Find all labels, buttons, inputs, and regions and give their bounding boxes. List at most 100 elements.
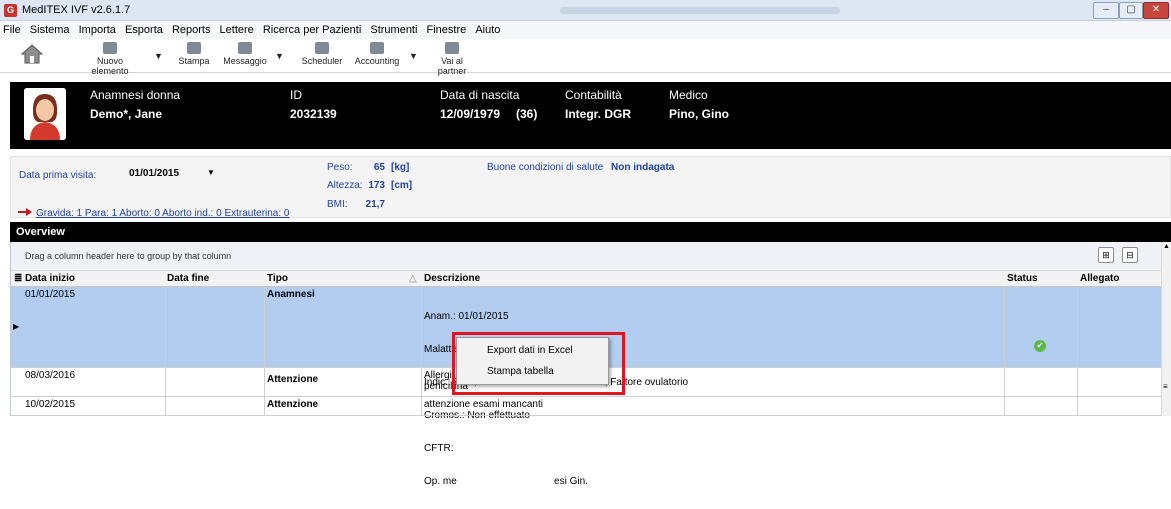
calendar-icon bbox=[315, 42, 329, 54]
column-divider bbox=[165, 287, 166, 416]
toolbar: Nuovo elemento ▼ Stampa Messaggio ▼ Sche… bbox=[0, 39, 1171, 76]
height-unit: [cm] bbox=[391, 180, 413, 191]
desc-line: CFTR: bbox=[424, 443, 457, 454]
menu-file[interactable]: File bbox=[0, 21, 24, 36]
cell-description: attenzione esami mancanti bbox=[424, 399, 543, 410]
menu-ricerca[interactable]: Ricerca per Pazienti bbox=[260, 21, 364, 36]
menu-importa[interactable]: Importa bbox=[76, 21, 119, 36]
weight-unit: [kg] bbox=[391, 162, 410, 173]
status-ok-icon: ✔ bbox=[1034, 340, 1046, 352]
table-row[interactable]: 10/02/2015 Attenzione attenzione esami m… bbox=[11, 397, 1162, 416]
blurred-title-region bbox=[560, 7, 840, 14]
close-button[interactable]: ✕ bbox=[1143, 2, 1169, 19]
cell-type: Attenzione bbox=[267, 374, 319, 385]
new-item-icon bbox=[103, 42, 117, 54]
first-visit-label: Data prima visita: bbox=[19, 170, 97, 181]
first-visit-date-picker[interactable]: 01/01/2015 ▼ bbox=[125, 166, 215, 182]
menu-strumenti[interactable]: Strumenti bbox=[367, 21, 420, 36]
maximize-button[interactable]: ▢ bbox=[1119, 2, 1143, 19]
doctor-label: Medico bbox=[669, 88, 708, 102]
overview-header: Overview bbox=[10, 222, 1171, 242]
title-bar: G MedITEX IVF v2.6.1.7 – ▢ ✕ bbox=[0, 0, 1171, 21]
scroll-grip-icon[interactable]: ≡ bbox=[1163, 382, 1168, 391]
scheduler-label: Scheduler bbox=[301, 56, 343, 66]
red-arrow-icon bbox=[18, 208, 32, 216]
date-dropdown-icon[interactable]: ▼ bbox=[207, 168, 215, 177]
cell-start: 01/01/2015 bbox=[25, 289, 76, 300]
height-label: Altezza: bbox=[327, 180, 363, 191]
vertical-scrollbar[interactable]: ▲ ≡ bbox=[1161, 242, 1171, 416]
row-indicator-icon: ▶ bbox=[13, 322, 20, 331]
weight-value: 65 bbox=[373, 162, 385, 173]
minimize-button[interactable]: – bbox=[1093, 2, 1119, 19]
expand-all-icon[interactable]: ⊞ bbox=[1098, 247, 1114, 263]
new-item-label: Nuovo elemento bbox=[91, 56, 129, 76]
desc-line: Anam.: 01/01/2015 bbox=[424, 311, 509, 322]
menu-esporta[interactable]: Esporta bbox=[122, 21, 166, 36]
menu-reports[interactable]: Reports bbox=[169, 21, 214, 36]
menu-sistema[interactable]: Sistema bbox=[27, 21, 73, 36]
menu-lettere[interactable]: Lettere bbox=[217, 21, 257, 36]
menu-finestre[interactable]: Finestre bbox=[424, 21, 470, 36]
female-avatar-icon bbox=[24, 88, 66, 140]
dob-label: Data di nascita bbox=[440, 88, 520, 102]
patient-header: Anamnesi donna Demo*, Jane ID 2032139 Da… bbox=[10, 82, 1171, 149]
scheduler-button[interactable]: Scheduler bbox=[300, 42, 344, 70]
go-partner-button[interactable]: Vai al partner bbox=[428, 42, 476, 76]
menu-bar: File Sistema Importa Esporta Reports Let… bbox=[0, 21, 1171, 39]
message-icon bbox=[238, 42, 252, 54]
accounting-header-label: Contabilità bbox=[565, 88, 622, 102]
col-tipo[interactable]: Tipo bbox=[267, 273, 288, 284]
accounting-dropdown-icon[interactable]: ▼ bbox=[409, 51, 418, 79]
col-descrizione[interactable]: Descrizione bbox=[424, 273, 480, 284]
message-label: Messaggio bbox=[223, 56, 267, 66]
cell-type: Anamnesi bbox=[267, 289, 315, 300]
column-divider bbox=[1004, 287, 1005, 416]
col-allegato[interactable]: Allegato bbox=[1080, 273, 1119, 284]
accounting-icon bbox=[370, 42, 384, 54]
print-label: Stampa bbox=[178, 56, 210, 66]
accounting-label: Accounting bbox=[354, 56, 400, 66]
col-data-inizio[interactable]: Data inizio bbox=[25, 273, 75, 284]
home-icon[interactable] bbox=[20, 42, 44, 66]
column-chooser-icon[interactable]: ≣ bbox=[14, 273, 22, 284]
accounting-value: Integr. DGR bbox=[565, 107, 632, 121]
col-data-fine[interactable]: Data fine bbox=[167, 273, 209, 284]
partner-arrow-icon bbox=[445, 42, 459, 54]
desc-line: Op. me esi Gin. bbox=[424, 476, 588, 487]
menu-aiuto[interactable]: Aiuto bbox=[472, 21, 503, 36]
obstetric-history-link[interactable]: Gravida: 1 Para: 1 Aborto: 0 Aborto ind.… bbox=[36, 208, 289, 219]
weight-label: Peso: bbox=[327, 162, 353, 173]
age-value: (36) bbox=[516, 107, 538, 121]
first-visit-date-value: 01/01/2015 bbox=[129, 168, 180, 179]
group-by-area[interactable]: Drag a column header here to group by th… bbox=[11, 242, 1162, 270]
new-item-dropdown-icon[interactable]: ▼ bbox=[154, 51, 163, 79]
column-divider bbox=[421, 287, 422, 416]
message-dropdown-icon[interactable]: ▼ bbox=[275, 51, 284, 79]
cell-start: 08/03/2016 bbox=[25, 370, 76, 381]
health-value: Non indagata bbox=[611, 162, 675, 173]
bmi-label: BMI: bbox=[327, 199, 348, 210]
highlight-box bbox=[452, 332, 625, 395]
patient-id-label: ID bbox=[290, 88, 302, 102]
health-label: Buone condizioni di salute bbox=[487, 162, 604, 173]
col-status[interactable]: Status bbox=[1007, 273, 1038, 284]
bmi-value: 21,7 bbox=[365, 199, 385, 210]
collapse-all-icon[interactable]: ⊟ bbox=[1122, 247, 1138, 263]
print-button[interactable]: Stampa bbox=[176, 42, 212, 70]
cell-type: Attenzione bbox=[267, 399, 319, 410]
column-headers: ≣ Data inizio Data fine Tipo △ Descrizio… bbox=[11, 270, 1162, 287]
dob-value: 12/09/1979 bbox=[440, 107, 501, 121]
height-value: 173 bbox=[368, 180, 385, 191]
patient-name: Demo*, Jane bbox=[90, 107, 163, 121]
column-divider bbox=[264, 287, 265, 416]
cell-start: 10/02/2015 bbox=[25, 399, 76, 410]
scroll-up-icon[interactable]: ▲ bbox=[1163, 243, 1170, 250]
new-item-button[interactable]: Nuovo elemento bbox=[78, 42, 142, 76]
go-partner-label: Vai al partner bbox=[437, 56, 467, 76]
message-button[interactable]: Messaggio bbox=[220, 42, 270, 70]
accounting-button[interactable]: Accounting bbox=[352, 42, 402, 70]
app-icon: G bbox=[4, 4, 17, 17]
patient-id: 2032139 bbox=[290, 107, 337, 121]
printer-icon bbox=[187, 42, 201, 54]
